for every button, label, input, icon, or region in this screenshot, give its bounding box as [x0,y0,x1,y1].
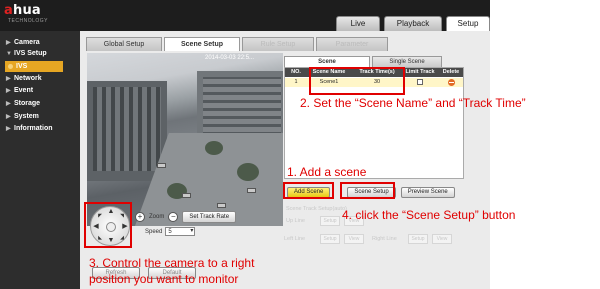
tab-global-setup[interactable]: Global Setup [86,37,162,51]
zoom-controls: + Zoom − Set Track Rate [135,211,237,223]
speed-controls: Speed 5 [145,227,196,236]
annotation-step-3-line-1: 3. Control the camera to a right [89,256,255,270]
tab-playback[interactable]: Playback [384,16,442,31]
right-line-label: Right Line [372,236,397,242]
preview-scene-button[interactable]: Preview Scene [400,187,455,198]
triangle-right-icon: ▶ [6,126,11,132]
brand-logo-subtitle: TECHNOLOGY [8,18,49,24]
zoom-label: Zoom [149,214,165,220]
sidebar-item-storage[interactable]: ▶ Storage [6,99,40,109]
annotation-box-add-scene [283,182,334,199]
limit-track-checkbox[interactable] [417,79,423,85]
sidebar-item-ivs-setup[interactable]: ▼ IVS Setup [6,49,47,59]
triangle-right-icon: ▶ [6,76,11,82]
triangle-right-icon: ▶ [6,101,11,107]
bullet-icon [8,64,13,69]
triangle-down-icon: ▼ [6,51,12,57]
sidebar: ▶ Camera ▼ IVS Setup IVS ▶ Network ▶ Event ▶… [0,31,80,289]
sidebar-item-event[interactable]: ▶ Event [6,86,33,96]
app-window: ahua TECHNOLOGY Live Playback Setup ▶ Cam… [0,0,600,289]
col-no: NO. [291,69,301,75]
tab-scene-setup[interactable]: Scene Setup [164,37,240,51]
sidebar-item-system[interactable]: ▶ System [6,112,39,122]
annotation-step-2: 2. Set the “Scene Name” and “Track Time” [300,96,526,110]
tab-single-scene[interactable]: Single Scene [372,56,442,67]
top-header: ahua TECHNOLOGY Live Playback Setup [0,0,490,31]
left-line-view-button[interactable]: View [344,234,364,244]
right-line-view-button[interactable]: View [432,234,452,244]
track-setup-label: Scene Track Setup(auto) [286,206,347,212]
triangle-right-icon: ▶ [6,114,11,120]
triangle-right-icon: ▶ [6,88,11,94]
right-line-setup-button[interactable]: Setup [408,234,428,244]
video-scene-building [197,71,283,141]
zoom-out-button[interactable]: − [168,212,179,222]
col-delete: Delete [442,69,460,75]
up-line-setup-button[interactable]: Setup [320,216,340,226]
video-scene-car [182,193,191,198]
main-tabs: Live Playback Setup [336,16,490,31]
sidebar-item-information[interactable]: ▶ Information [6,124,53,134]
annotation-step-4: 4. click the “Scene Setup” button [342,208,516,222]
annotation-step-3-line-2: position you want to monitor [89,272,239,286]
video-timestamp: 2014-03-03 22:5... [205,55,255,61]
video-scene-tree [237,163,259,181]
camera-video-view[interactable]: 2014-03-03 22:5... [87,53,283,226]
video-scene-car [217,203,226,208]
annotation-box-scene-setup [340,182,395,199]
video-scene-tree [205,141,223,155]
video-scene-car [247,188,256,193]
page-margin [490,0,600,289]
left-line-label: Left Line [284,236,306,242]
zoom-in-button[interactable]: + [135,212,145,222]
video-scene-building [87,81,167,181]
video-scene-car [157,163,166,168]
main-panel: Global Setup Scene Setup Rule Setup Para… [80,31,490,289]
tab-parameter: Parameter [316,37,388,51]
left-line-setup-button[interactable]: Setup [320,234,340,244]
up-line-label: Up Line [286,218,305,224]
set-track-rate-button[interactable]: Set Track Rate [182,211,237,223]
tab-setup[interactable]: Setup [446,16,490,31]
sidebar-item-camera[interactable]: ▶ Camera [6,38,40,48]
speed-select[interactable]: 5 [165,227,196,236]
tab-rule-setup: Rule Setup [242,37,314,51]
annotation-box-scene-row [309,67,405,95]
sidebar-item-network[interactable]: ▶ Network [6,74,42,84]
speed-label: Speed [145,228,163,235]
row-no: 1 [294,79,298,85]
col-limit-track: Limit Track [405,69,435,75]
sidebar-subitem-ivs[interactable]: IVS [5,61,63,72]
annotation-step-1: 1. Add a scene [287,165,367,179]
tab-scene[interactable]: Scene [284,56,370,67]
brand-logo: ahua [4,3,41,18]
tab-live[interactable]: Live [336,16,380,31]
triangle-right-icon: ▶ [6,40,11,46]
delete-icon[interactable] [448,79,455,86]
annotation-box-ptz [84,202,132,248]
